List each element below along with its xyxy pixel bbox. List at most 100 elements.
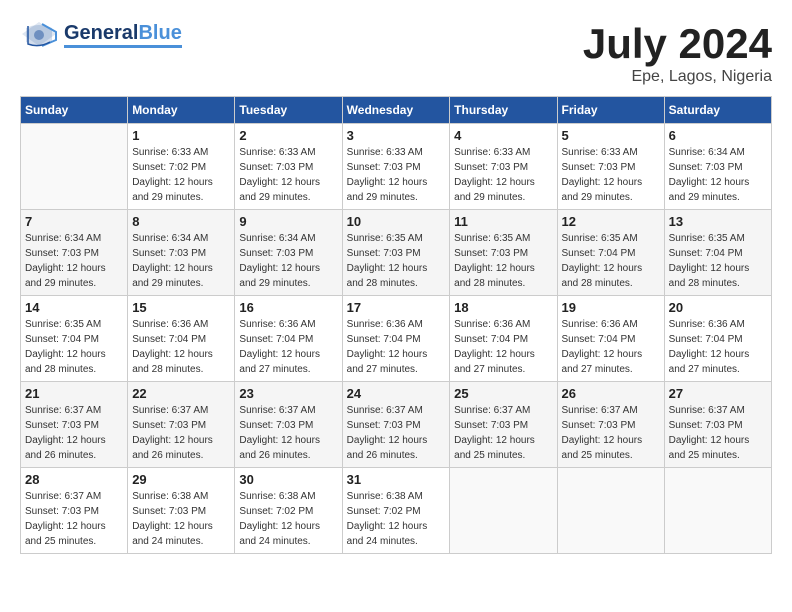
- day-number: 5: [562, 128, 660, 143]
- day-info: Sunrise: 6:35 AM Sunset: 7:04 PM Dayligh…: [562, 231, 660, 291]
- page-header: GeneralBlue July 2024 Epe, Lagos, Nigeri…: [20, 20, 772, 86]
- calendar-cell: 19Sunrise: 6:36 AM Sunset: 7:04 PM Dayli…: [557, 296, 664, 382]
- calendar-cell: 3 Sunrise: 6:33 AM Sunset: 7:03 PM Daylig…: [342, 124, 450, 210]
- calendar-week-row: 14Sunrise: 6:35 AM Sunset: 7:04 PM Dayli…: [21, 296, 772, 382]
- calendar-cell: 18 Sunrise: 6:36 AM Sunset: 7:04 PM Dayli…: [450, 296, 557, 382]
- day-info: Sunrise: 6:37 AM Sunset: 7:03 PM Dayligh…: [454, 403, 552, 463]
- day-info: Sunrise: 6:34 AM Sunset: 7:03 PM Dayligh…: [132, 231, 230, 291]
- day-info: Sunrise: 6:36 AM Sunset: 7:04 PM Dayligh…: [239, 317, 337, 377]
- calendar-cell: 27 Sunrise: 6:37 AM Sunset: 7:03 PM Dayli…: [664, 382, 771, 468]
- day-info: Sunrise: 6:33 AM Sunset: 7:03 PM Dayligh…: [562, 145, 660, 205]
- calendar-cell: 22Sunrise: 6:37 AM Sunset: 7:03 PM Dayli…: [128, 382, 235, 468]
- day-info: Sunrise: 6:36 AM Sunset: 7:04 PM Dayligh…: [669, 317, 767, 377]
- logo: GeneralBlue: [20, 20, 182, 50]
- day-number: 1: [132, 128, 230, 143]
- day-info: Sunrise: 6:36 AM Sunset: 7:04 PM Dayligh…: [562, 317, 660, 377]
- day-info: Sunrise: 6:37 AM Sunset: 7:03 PM Dayligh…: [562, 403, 660, 463]
- day-info: Sunrise: 6:37 AM Sunset: 7:03 PM Dayligh…: [347, 403, 446, 463]
- calendar-header-monday: Monday: [128, 97, 235, 124]
- day-info: Sunrise: 6:35 AM Sunset: 7:03 PM Dayligh…: [347, 231, 446, 291]
- calendar-cell: 31 Sunrise: 6:38 AM Sunset: 7:02 PM Dayli…: [342, 468, 450, 554]
- day-number: 9: [239, 214, 337, 229]
- calendar-header-saturday: Saturday: [664, 97, 771, 124]
- day-number: 17: [347, 300, 446, 315]
- day-number: 24: [347, 386, 446, 401]
- day-number: 2: [239, 128, 337, 143]
- day-number: 31: [347, 472, 446, 487]
- day-number: 8: [132, 214, 230, 229]
- calendar-cell: 8 Sunrise: 6:34 AM Sunset: 7:03 PM Daylig…: [128, 210, 235, 296]
- day-number: 18: [454, 300, 552, 315]
- calendar-cell: 25 Sunrise: 6:37 AM Sunset: 7:03 PM Dayli…: [450, 382, 557, 468]
- day-info: Sunrise: 6:37 AM Sunset: 7:03 PM Dayligh…: [239, 403, 337, 463]
- calendar-cell: 23Sunrise: 6:37 AM Sunset: 7:03 PM Dayli…: [235, 382, 342, 468]
- day-number: 11: [454, 214, 552, 229]
- day-number: 10: [347, 214, 446, 229]
- day-info: Sunrise: 6:38 AM Sunset: 7:02 PM Dayligh…: [347, 489, 446, 549]
- calendar-header-row: SundayMondayTuesdayWednesdayThursdayFrid…: [21, 97, 772, 124]
- day-info: Sunrise: 6:34 AM Sunset: 7:03 PM Dayligh…: [25, 231, 123, 291]
- calendar-cell: 2Sunrise: 6:33 AM Sunset: 7:03 PM Daylig…: [235, 124, 342, 210]
- calendar-cell: [21, 124, 128, 210]
- calendar-cell: 17 Sunrise: 6:36 AM Sunset: 7:04 PM Dayli…: [342, 296, 450, 382]
- calendar-week-row: 1 Sunrise: 6:33 AM Sunset: 7:02 PM Daylig…: [21, 124, 772, 210]
- calendar-cell: 5 Sunrise: 6:33 AM Sunset: 7:03 PM Daylig…: [557, 124, 664, 210]
- day-info: Sunrise: 6:35 AM Sunset: 7:03 PM Dayligh…: [454, 231, 552, 291]
- calendar-cell: 6 Sunrise: 6:34 AM Sunset: 7:03 PM Daylig…: [664, 124, 771, 210]
- calendar-header-tuesday: Tuesday: [235, 97, 342, 124]
- calendar-cell: 12 Sunrise: 6:35 AM Sunset: 7:04 PM Dayli…: [557, 210, 664, 296]
- calendar-cell: 20 Sunrise: 6:36 AM Sunset: 7:04 PM Dayli…: [664, 296, 771, 382]
- calendar-header-friday: Friday: [557, 97, 664, 124]
- calendar-cell: 29Sunrise: 6:38 AM Sunset: 7:03 PM Dayli…: [128, 468, 235, 554]
- calendar-cell: 14Sunrise: 6:35 AM Sunset: 7:04 PM Dayli…: [21, 296, 128, 382]
- day-number: 20: [669, 300, 767, 315]
- day-number: 6: [669, 128, 767, 143]
- calendar-cell: 4Sunrise: 6:33 AM Sunset: 7:03 PM Daylig…: [450, 124, 557, 210]
- logo-text: GeneralBlue: [64, 22, 182, 44]
- day-number: 30: [239, 472, 337, 487]
- title-location: Epe, Lagos, Nigeria: [583, 68, 772, 86]
- day-info: Sunrise: 6:38 AM Sunset: 7:03 PM Dayligh…: [132, 489, 230, 549]
- day-number: 25: [454, 386, 552, 401]
- day-number: 27: [669, 386, 767, 401]
- calendar-cell: 15 Sunrise: 6:36 AM Sunset: 7:04 PM Dayli…: [128, 296, 235, 382]
- day-info: Sunrise: 6:36 AM Sunset: 7:04 PM Dayligh…: [132, 317, 230, 377]
- day-info: Sunrise: 6:34 AM Sunset: 7:03 PM Dayligh…: [669, 145, 767, 205]
- day-info: Sunrise: 6:33 AM Sunset: 7:02 PM Dayligh…: [132, 145, 230, 205]
- day-info: Sunrise: 6:36 AM Sunset: 7:04 PM Dayligh…: [347, 317, 446, 377]
- logo-icon: [20, 20, 58, 50]
- title-month: July 2024: [583, 20, 772, 68]
- calendar-cell: 13 Sunrise: 6:35 AM Sunset: 7:04 PM Dayli…: [664, 210, 771, 296]
- day-number: 3: [347, 128, 446, 143]
- day-info: Sunrise: 6:33 AM Sunset: 7:03 PM Dayligh…: [347, 145, 446, 205]
- calendar-cell: 30 Sunrise: 6:38 AM Sunset: 7:02 PM Dayli…: [235, 468, 342, 554]
- calendar-table: SundayMondayTuesdayWednesdayThursdayFrid…: [20, 96, 772, 554]
- calendar-week-row: 28 Sunrise: 6:37 AM Sunset: 7:03 PM Dayli…: [21, 468, 772, 554]
- day-number: 16: [239, 300, 337, 315]
- calendar-cell: 9 Sunrise: 6:34 AM Sunset: 7:03 PM Daylig…: [235, 210, 342, 296]
- day-info: Sunrise: 6:34 AM Sunset: 7:03 PM Dayligh…: [239, 231, 337, 291]
- calendar-cell: 1 Sunrise: 6:33 AM Sunset: 7:02 PM Daylig…: [128, 124, 235, 210]
- day-number: 22: [132, 386, 230, 401]
- calendar-header-sunday: Sunday: [21, 97, 128, 124]
- calendar-cell: [664, 468, 771, 554]
- day-info: Sunrise: 6:37 AM Sunset: 7:03 PM Dayligh…: [25, 489, 123, 549]
- day-number: 28: [25, 472, 123, 487]
- day-number: 21: [25, 386, 123, 401]
- day-number: 26: [562, 386, 660, 401]
- calendar-cell: 24 Sunrise: 6:37 AM Sunset: 7:03 PM Dayli…: [342, 382, 450, 468]
- title-block: July 2024 Epe, Lagos, Nigeria: [583, 20, 772, 86]
- day-info: Sunrise: 6:37 AM Sunset: 7:03 PM Dayligh…: [669, 403, 767, 463]
- calendar-cell: 26 Sunrise: 6:37 AM Sunset: 7:03 PM Dayli…: [557, 382, 664, 468]
- day-info: Sunrise: 6:35 AM Sunset: 7:04 PM Dayligh…: [669, 231, 767, 291]
- day-number: 12: [562, 214, 660, 229]
- calendar-cell: [557, 468, 664, 554]
- day-info: Sunrise: 6:33 AM Sunset: 7:03 PM Dayligh…: [454, 145, 552, 205]
- calendar-cell: 28 Sunrise: 6:37 AM Sunset: 7:03 PM Dayli…: [21, 468, 128, 554]
- day-number: 13: [669, 214, 767, 229]
- calendar-header-thursday: Thursday: [450, 97, 557, 124]
- calendar-cell: 11 Sunrise: 6:35 AM Sunset: 7:03 PM Dayli…: [450, 210, 557, 296]
- day-info: Sunrise: 6:36 AM Sunset: 7:04 PM Dayligh…: [454, 317, 552, 377]
- day-number: 15: [132, 300, 230, 315]
- day-info: Sunrise: 6:38 AM Sunset: 7:02 PM Dayligh…: [239, 489, 337, 549]
